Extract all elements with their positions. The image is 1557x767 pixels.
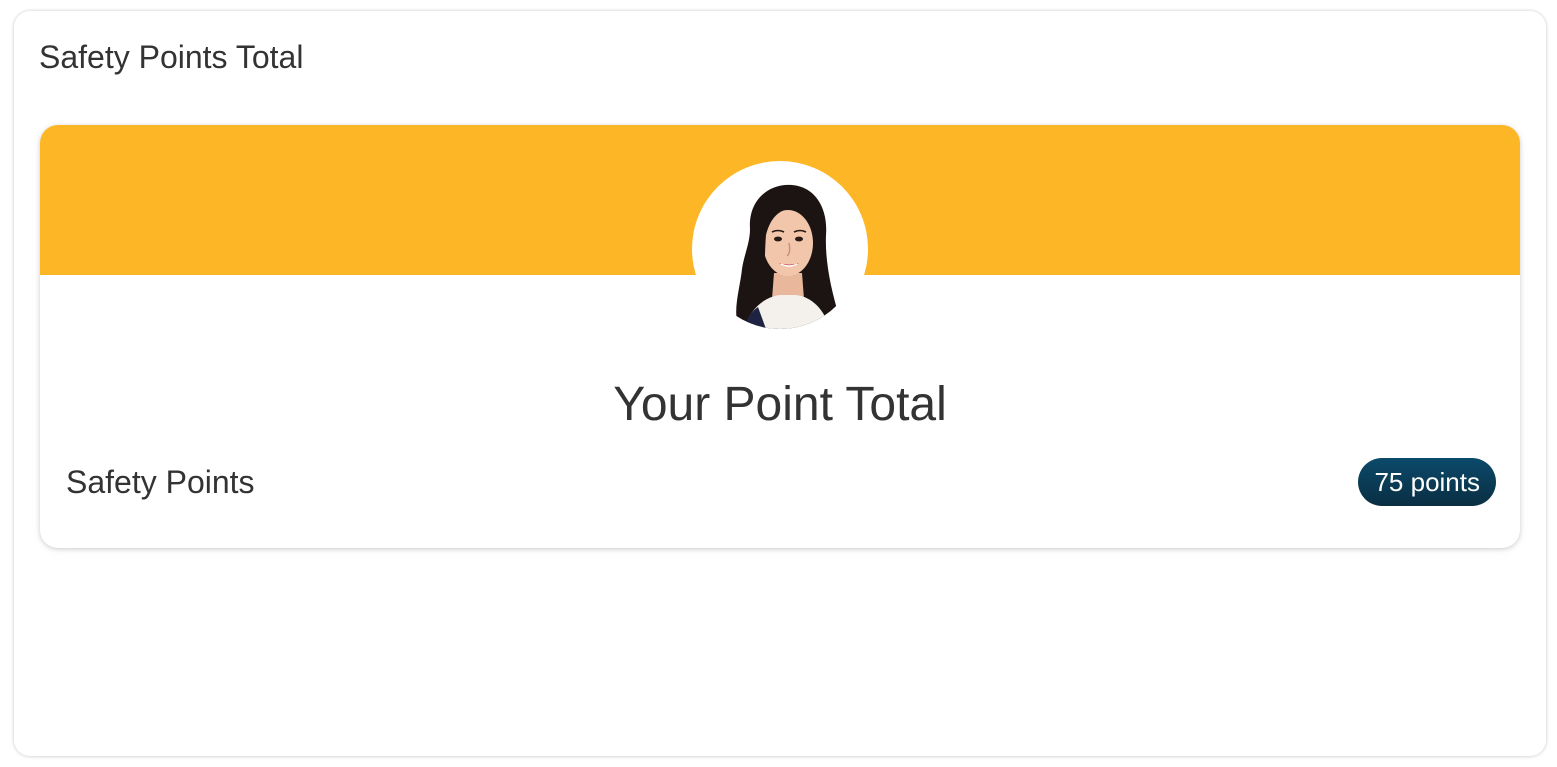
safety-points-label: Safety Points (66, 464, 255, 500)
widget-title: Safety Points Total (39, 39, 304, 75)
user-photo-icon (700, 169, 860, 329)
profile-card: Your Point Total Safety Points 75 points (40, 125, 1520, 548)
avatar (692, 161, 868, 337)
safety-points-widget: Safety Points Total Your Point Total Saf… (14, 11, 1546, 756)
point-total-heading: Your Point Total (613, 378, 947, 431)
safety-points-row: Safety Points 75 points (66, 458, 1496, 508)
points-badge: 75 points (1358, 458, 1496, 506)
